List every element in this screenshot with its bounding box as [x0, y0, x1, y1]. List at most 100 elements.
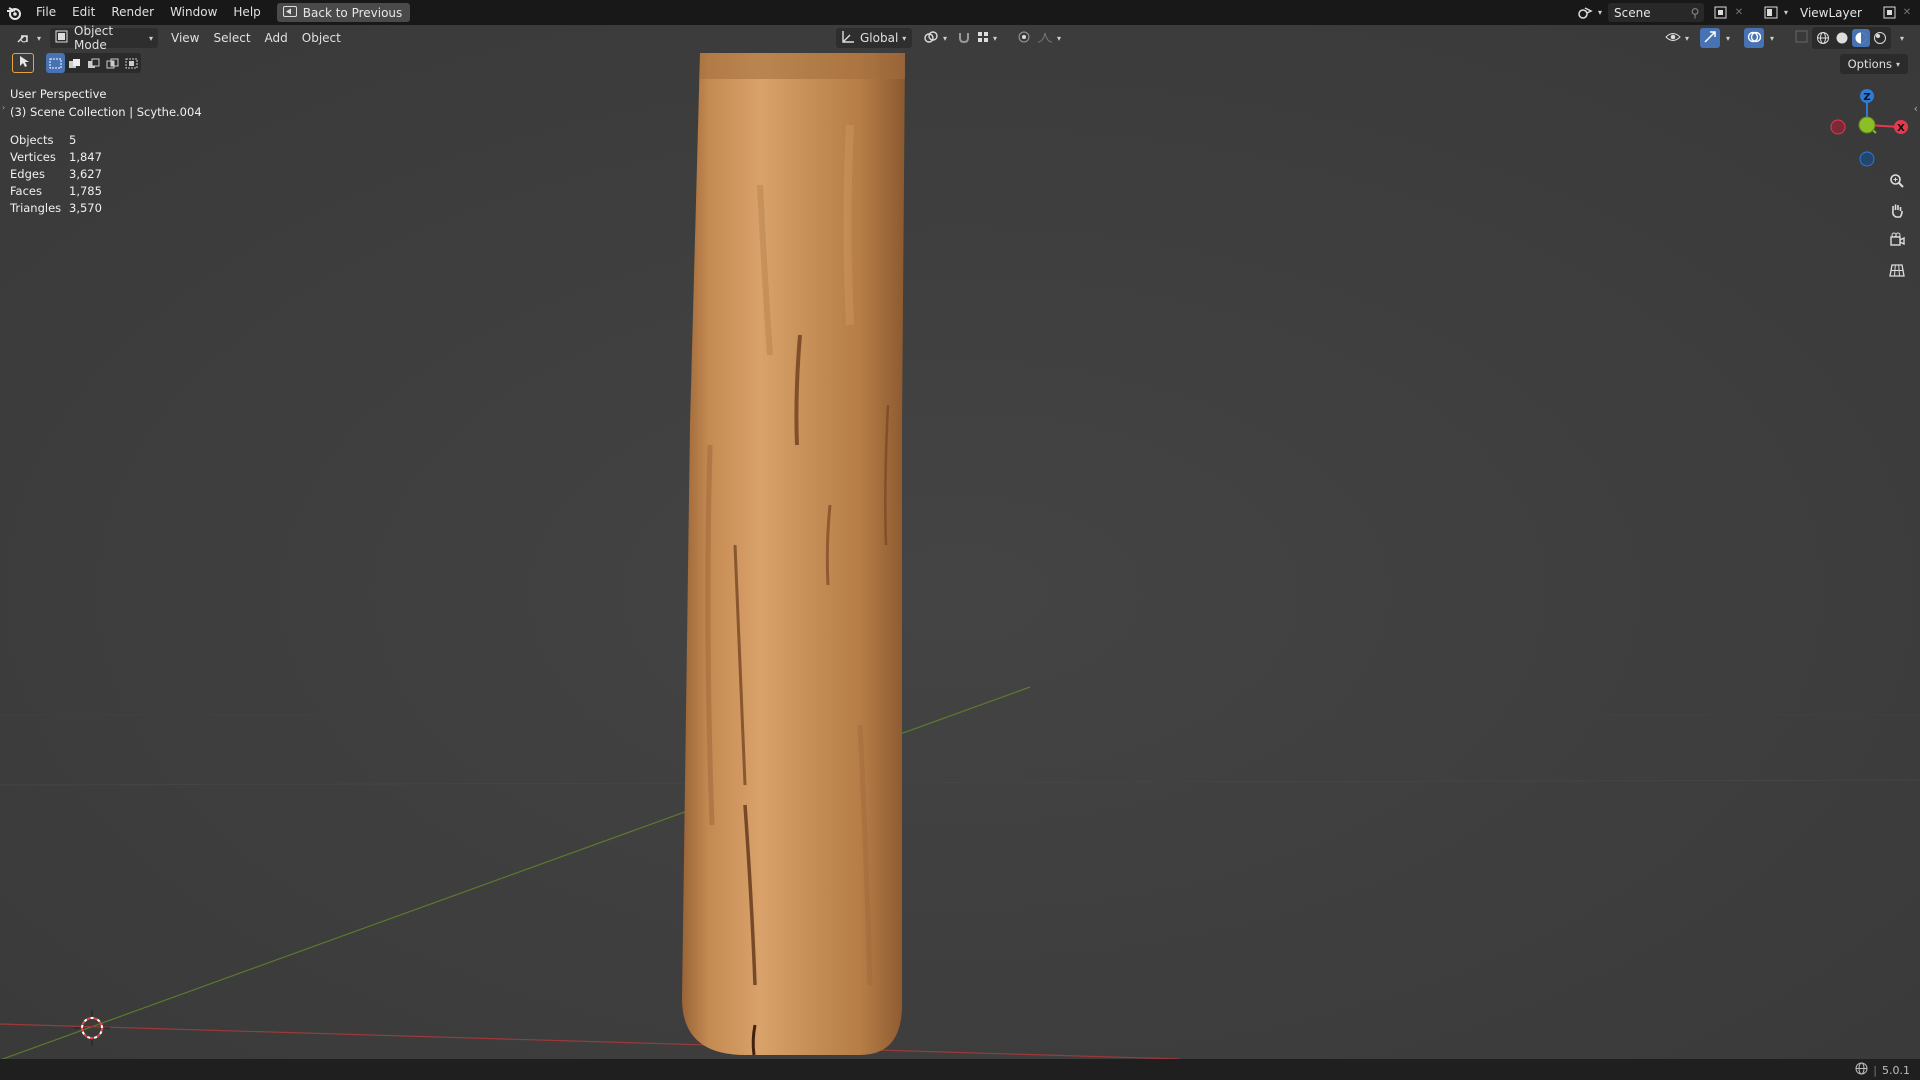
- select-extend-icon[interactable]: [65, 53, 84, 73]
- cursor-icon: [18, 55, 29, 71]
- object-mode-label: Object Mode: [74, 24, 114, 52]
- gizmo-neg-x-axis[interactable]: [1830, 119, 1846, 135]
- chevron-down-icon: ▾: [1685, 33, 1690, 43]
- snap-target-button[interactable]: ▾: [972, 28, 1002, 48]
- stat-row: Objects 5: [10, 133, 77, 147]
- hand-icon: [1889, 202, 1905, 221]
- 3d-viewport[interactable]: [0, 25, 1920, 1059]
- orthographic-toggle-button[interactable]: [1884, 258, 1910, 284]
- zoom-icon: [1889, 173, 1905, 192]
- chevron-down-icon: ▾: [1057, 33, 1062, 43]
- menu-view[interactable]: View: [166, 28, 204, 48]
- navigation-gizmo[interactable]: Z X: [1822, 84, 1912, 170]
- sidebar-toggle-icon[interactable]: ‹: [1914, 102, 1918, 115]
- select-new-icon[interactable]: [46, 53, 65, 73]
- chevron-down-icon: ▾: [993, 33, 998, 43]
- falloff-icon: [1037, 31, 1053, 46]
- viewport-header: ▾ Object Mode ▾ View Select Add Object G…: [0, 24, 1920, 52]
- stat-row: Triangles 3,570: [10, 201, 102, 215]
- camera-icon: [1889, 232, 1905, 251]
- scene-selector-icon[interactable]: [1576, 4, 1594, 22]
- scene-statistics: Objects 5 Vertices 1,847 Edges 3,627 Faces 1…: [10, 132, 102, 217]
- gizmo-toggle[interactable]: [1700, 28, 1720, 48]
- version-info: | 5.0.1: [1855, 1062, 1910, 1078]
- snap-target-icon: [977, 31, 989, 46]
- menu-select[interactable]: Select: [209, 28, 256, 48]
- view-layer-icon[interactable]: [1762, 4, 1780, 22]
- gizmo-neg-z-axis[interactable]: [1859, 151, 1875, 167]
- gizmo-y-axis[interactable]: [1858, 116, 1876, 134]
- menu-render[interactable]: Render: [103, 0, 162, 25]
- menu-edit[interactable]: Edit: [64, 0, 103, 25]
- chevron-down-icon[interactable]: ▾: [1900, 34, 1904, 43]
- transform-orientation-label: Global: [860, 31, 899, 45]
- options-dropdown[interactable]: Options ▾: [1839, 54, 1908, 74]
- menu-help[interactable]: Help: [225, 0, 268, 25]
- menu-file[interactable]: File: [28, 0, 64, 25]
- overlay-icon: [1747, 30, 1762, 47]
- menu-object[interactable]: Object: [297, 28, 346, 48]
- camera-view-button[interactable]: [1884, 228, 1910, 254]
- editor-type-icon: [15, 30, 33, 47]
- blender-logo-icon[interactable]: [0, 0, 28, 25]
- shading-mode-group: [1812, 27, 1891, 49]
- chevron-down-icon: ▾: [943, 33, 948, 43]
- global-icon: [841, 30, 855, 46]
- select-subtract-icon[interactable]: [84, 53, 103, 73]
- pin-icon[interactable]: ⚲: [1686, 4, 1704, 22]
- pivot-point-button[interactable]: ▾: [918, 28, 952, 48]
- chevron-right-icon[interactable]: ›: [2, 103, 5, 112]
- view-name: User Perspective: [10, 87, 107, 101]
- close-view-layer-icon[interactable]: ✕: [1898, 4, 1916, 22]
- select-invert-icon[interactable]: [103, 53, 122, 73]
- back-to-previous-button[interactable]: Back to Previous: [276, 3, 411, 22]
- pivot-icon: [923, 30, 939, 47]
- viewport-scene: [0, 25, 1920, 1059]
- chevron-down-icon[interactable]: ▾: [1726, 34, 1730, 43]
- chevron-down-icon: ▾: [902, 33, 907, 43]
- menu-add[interactable]: Add: [260, 28, 293, 48]
- stat-row: Edges 3,627: [10, 167, 102, 181]
- select-tool-button[interactable]: [12, 53, 34, 73]
- wooden-handle-mesh[interactable]: [682, 53, 905, 1056]
- selection-mode-group: [46, 53, 141, 73]
- zoom-button[interactable]: [1884, 169, 1910, 195]
- xray-icon: [1795, 30, 1808, 46]
- solid-shading-icon[interactable]: [1833, 29, 1851, 47]
- overlay-toggle[interactable]: [1744, 28, 1764, 48]
- chevron-down-icon[interactable]: ▾: [1770, 34, 1774, 43]
- menu-window[interactable]: Window: [162, 0, 225, 25]
- wireframe-shading-icon[interactable]: [1814, 29, 1832, 47]
- chevron-down-icon[interactable]: ▾: [1598, 8, 1602, 17]
- stat-row: Faces 1,785: [10, 184, 102, 198]
- stat-row: Vertices 1,847: [10, 150, 102, 164]
- proportional-icon: [1017, 30, 1031, 47]
- close-scene-icon[interactable]: ✕: [1730, 4, 1748, 22]
- editor-type-button[interactable]: ▾: [10, 28, 46, 48]
- back-to-previous-label: Back to Previous: [302, 5, 403, 20]
- top-menu-bar: File Edit Render Window Help Back to Pre…: [0, 0, 1920, 25]
- options-label: Options: [1847, 57, 1892, 71]
- gizmo-x-label: X: [1897, 123, 1905, 134]
- object-mode-dropdown[interactable]: Object Mode ▾: [50, 24, 159, 52]
- snap-icon: [957, 30, 971, 47]
- gizmo-z-label: Z: [1863, 92, 1870, 103]
- proportional-falloff-button[interactable]: ▾: [1032, 28, 1066, 48]
- view-layer-field[interactable]: ViewLayer: [1794, 3, 1880, 22]
- grid-icon: [1889, 262, 1905, 281]
- new-scene-icon[interactable]: [1712, 4, 1730, 22]
- chevron-down-icon: ▾: [1895, 59, 1900, 69]
- version-number: 5.0.1: [1882, 1063, 1910, 1077]
- globe-icon: [1855, 1062, 1868, 1078]
- chevron-down-icon: ▾: [37, 33, 42, 43]
- xray-toggle[interactable]: [1790, 28, 1813, 48]
- chevron-down-icon[interactable]: ▾: [1784, 8, 1788, 17]
- new-view-layer-icon[interactable]: [1880, 4, 1898, 22]
- material-shading-icon[interactable]: [1852, 29, 1870, 47]
- select-intersect-icon[interactable]: [122, 53, 141, 73]
- viewport-overlay-text: User Perspective (3) Scene Collection | …: [10, 85, 202, 121]
- object-visibility-button[interactable]: ▾: [1660, 28, 1694, 48]
- rendered-shading-icon[interactable]: [1871, 29, 1889, 47]
- pan-button[interactable]: [1884, 198, 1910, 224]
- transform-orientation-dropdown[interactable]: Global ▾: [836, 28, 912, 48]
